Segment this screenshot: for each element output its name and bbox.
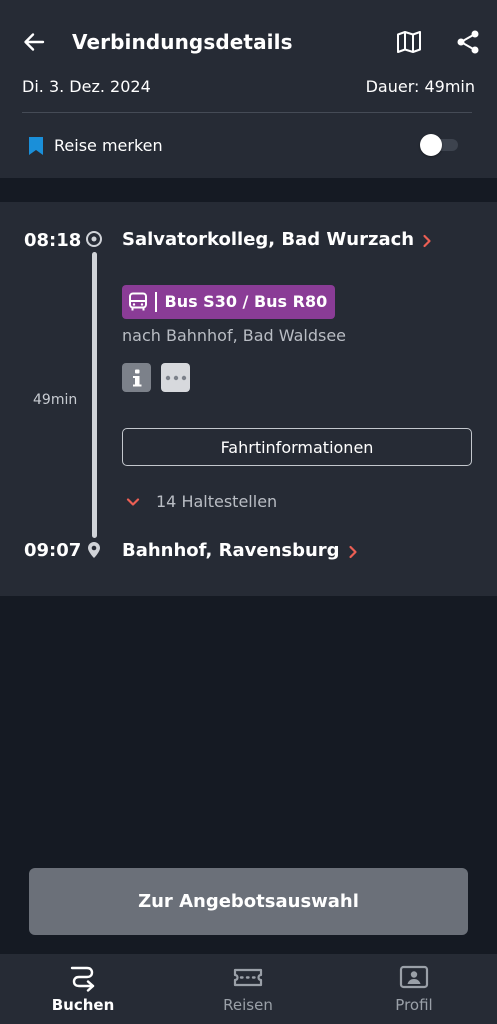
departure-circle-icon xyxy=(86,231,102,247)
back-button[interactable] xyxy=(20,28,48,56)
stops-count: 14 Haltestellen xyxy=(156,492,278,511)
profile-card-icon xyxy=(399,965,429,989)
nav-item-buchen[interactable]: Buchen xyxy=(3,954,163,1024)
header: Verbindungsdetails xyxy=(0,20,497,64)
departure-time: 08:18 xyxy=(24,230,82,251)
route-icon xyxy=(70,966,95,992)
arrival-station[interactable]: Bahnhof, Ravensburg xyxy=(122,539,358,563)
arrow-left-icon xyxy=(24,33,45,51)
chevron-right-icon xyxy=(423,234,431,247)
bookmark-icon xyxy=(29,137,43,155)
timeline-line xyxy=(92,252,97,538)
share-button[interactable] xyxy=(454,28,482,56)
nav-item-profil[interactable]: Profil xyxy=(334,954,494,1024)
offer-selection-button[interactable]: Zur Angebotsauswahl xyxy=(29,868,468,935)
page-title: Verbindungsdetails xyxy=(72,30,293,54)
direction-text: nach Bahnhof, Bad Waldsee xyxy=(122,326,347,345)
ticket-icon xyxy=(233,968,263,987)
nav-label-reisen: Reisen xyxy=(223,996,273,1014)
travel-time: 49min xyxy=(33,392,78,408)
bus-icon xyxy=(128,292,148,312)
divider xyxy=(22,112,472,113)
travel-date: Di. 3. Dez. 2024 xyxy=(22,77,151,96)
share-icon xyxy=(457,30,479,54)
chevron-down-icon xyxy=(126,497,140,507)
more-icon[interactable] xyxy=(161,363,190,392)
nav-label-profil: Profil xyxy=(395,996,433,1014)
line-badge: Bus S30 / Bus R80 xyxy=(122,285,336,319)
travel-duration: Dauer: 49min xyxy=(365,77,475,96)
nav-label-buchen: Buchen xyxy=(51,996,115,1014)
top-app-bar: Verbindungsdetails Di. 3. Dez. 2024 Daue… xyxy=(0,0,497,178)
badge-separator xyxy=(155,292,157,312)
info-icon[interactable] xyxy=(122,363,151,392)
nav-item-reisen[interactable]: Reisen xyxy=(168,954,328,1024)
trip-info-button[interactable]: Fahrtinformationen xyxy=(122,428,472,466)
toggle-thumb xyxy=(420,134,442,156)
stops-toggle[interactable]: 14 Haltestellen xyxy=(126,491,277,513)
map-icon xyxy=(397,31,421,53)
departure-station[interactable]: Salvatorkolleg, Bad Wurzach xyxy=(122,228,432,252)
map-button[interactable] xyxy=(395,28,423,56)
save-trip-row: Reise merken xyxy=(0,124,497,168)
location-pin-icon xyxy=(88,542,100,558)
arrival-time: 09:07 xyxy=(24,540,82,561)
bottom-navigation: Buchen Reisen Profil xyxy=(0,954,497,1024)
line-label: Bus S30 / Bus R80 xyxy=(164,292,328,311)
connection-card: 08:18 49min Salvatorkolleg, Bad Wurzach … xyxy=(0,202,497,596)
departure-station-name: Salvatorkolleg, Bad Wurzach xyxy=(122,229,415,250)
chevron-right-icon xyxy=(348,545,357,558)
save-trip-label: Reise merken xyxy=(54,136,163,155)
save-trip-toggle[interactable] xyxy=(420,134,460,156)
arrival-station-name: Bahnhof, Ravensburg xyxy=(122,540,340,561)
